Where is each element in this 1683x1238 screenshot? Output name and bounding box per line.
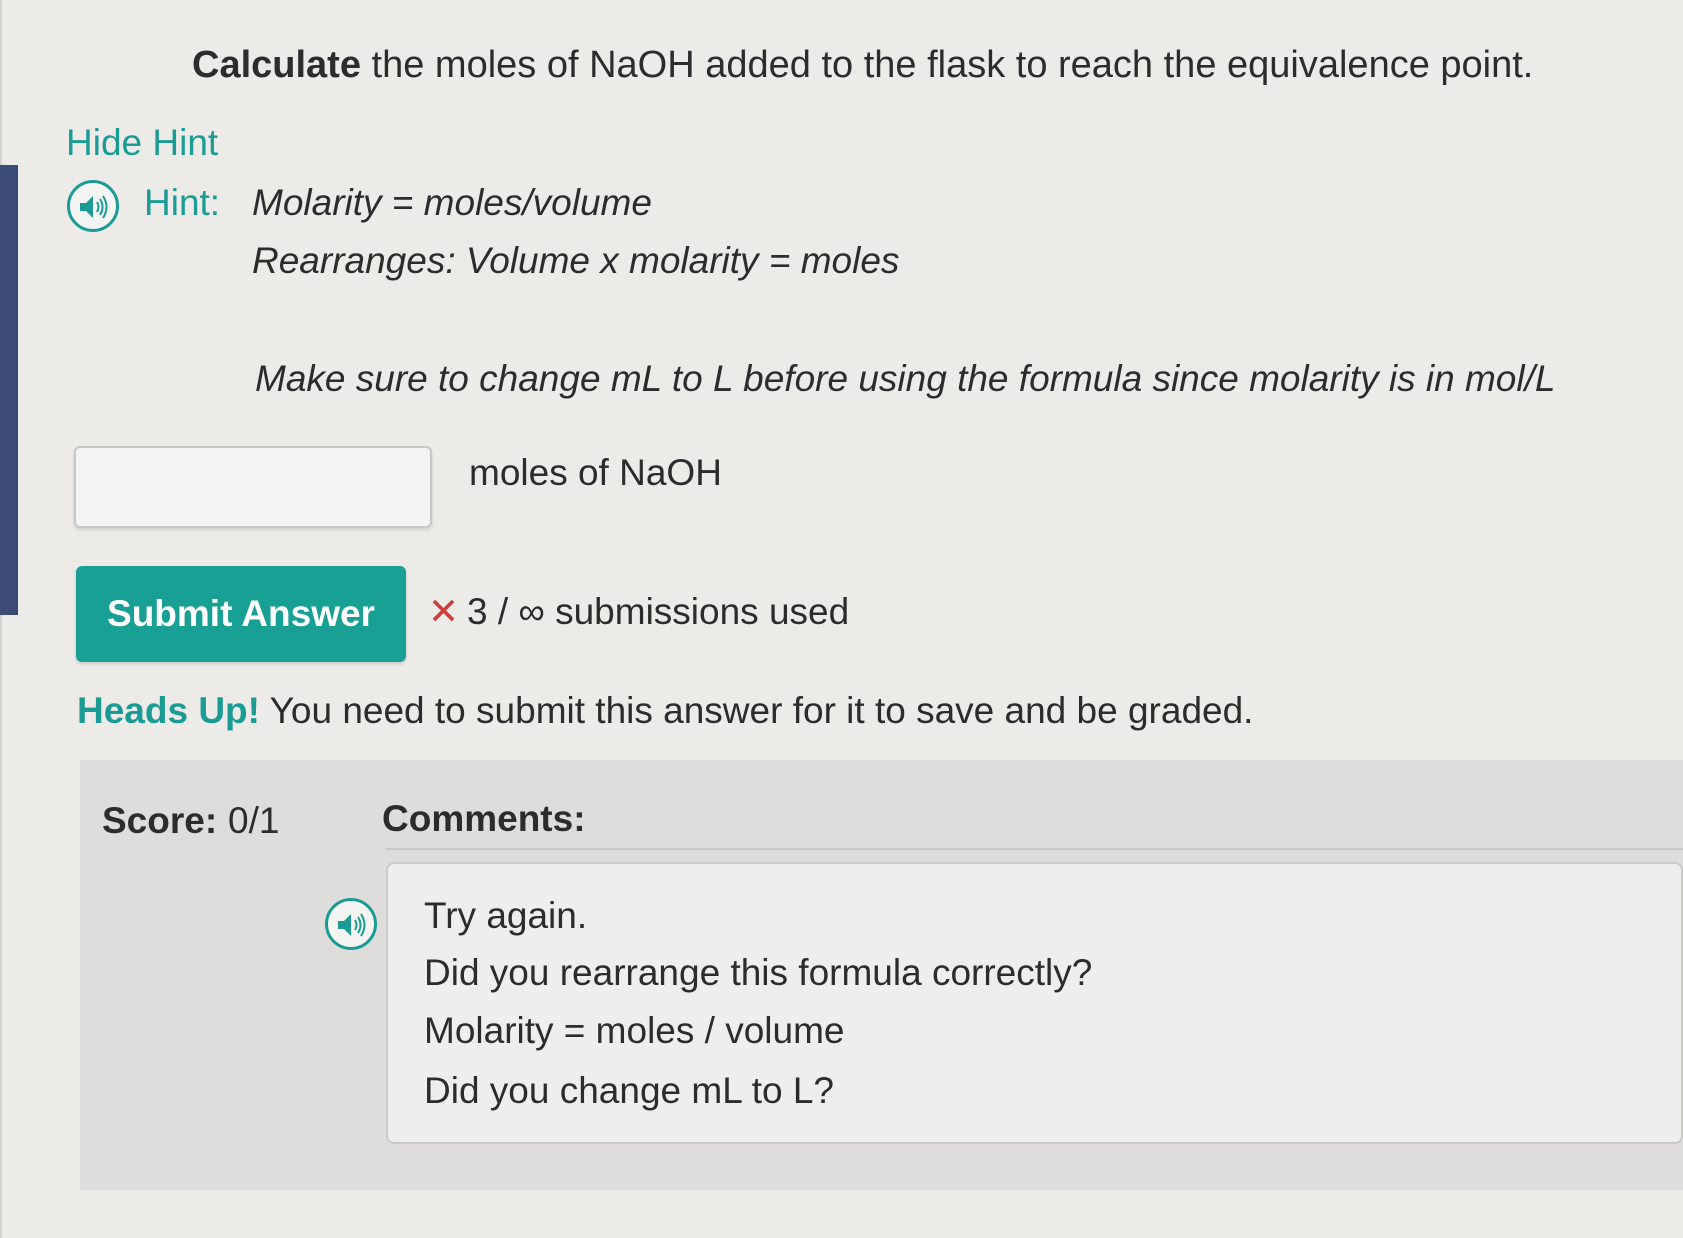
comment-line: Molarity = moles / volume bbox=[424, 1010, 845, 1051]
comments-label: Comments: bbox=[382, 798, 586, 839]
incorrect-x-icon: ✕ bbox=[428, 591, 460, 632]
heads-up-text: You need to submit this answer for it to… bbox=[259, 690, 1254, 731]
comment-line: Did you change mL to L? bbox=[424, 1070, 834, 1111]
comment-speaker-icon[interactable] bbox=[325, 898, 377, 950]
hide-hint-link[interactable]: Hide Hint bbox=[66, 122, 218, 164]
comments-divider bbox=[385, 848, 1683, 850]
submissions-count: 3 / ∞ submissions used bbox=[467, 591, 850, 632]
heads-up-notice: Heads Up! You need to submit this answer… bbox=[77, 690, 1253, 732]
comment-line: Did you rearrange this formula correctly… bbox=[424, 952, 1093, 993]
heads-up-label: Heads Up! bbox=[77, 690, 260, 731]
hint-unit-note: Make sure to change mL to L before using… bbox=[255, 358, 1556, 399]
hint-rearranged-formula: Rearranges: Volume x molarity = moles bbox=[252, 240, 900, 281]
submissions-used: ✕ 3 / ∞ submissions used bbox=[428, 590, 849, 633]
question-lead: Calculate bbox=[192, 44, 361, 86]
answer-input[interactable] bbox=[74, 446, 432, 528]
comment-line: Try again. bbox=[424, 895, 588, 936]
score-label: Score: bbox=[102, 800, 218, 841]
score-value: 0/1 bbox=[228, 800, 280, 841]
question-rest: the moles of NaOH added to the flask to … bbox=[360, 44, 1534, 86]
hint-speaker-icon[interactable] bbox=[67, 180, 119, 232]
submit-answer-button[interactable]: Submit Answer bbox=[76, 566, 406, 662]
speaker-icon bbox=[338, 913, 366, 937]
question-text: Calculate the moles of NaOH added to the… bbox=[192, 44, 1533, 87]
hint-formula: Molarity = moles/volume bbox=[252, 182, 652, 223]
answer-unit-label: moles of NaOH bbox=[469, 452, 722, 493]
sidebar-edge bbox=[0, 165, 18, 615]
speaker-icon bbox=[80, 195, 108, 219]
hint-label: Hint: bbox=[144, 182, 221, 223]
